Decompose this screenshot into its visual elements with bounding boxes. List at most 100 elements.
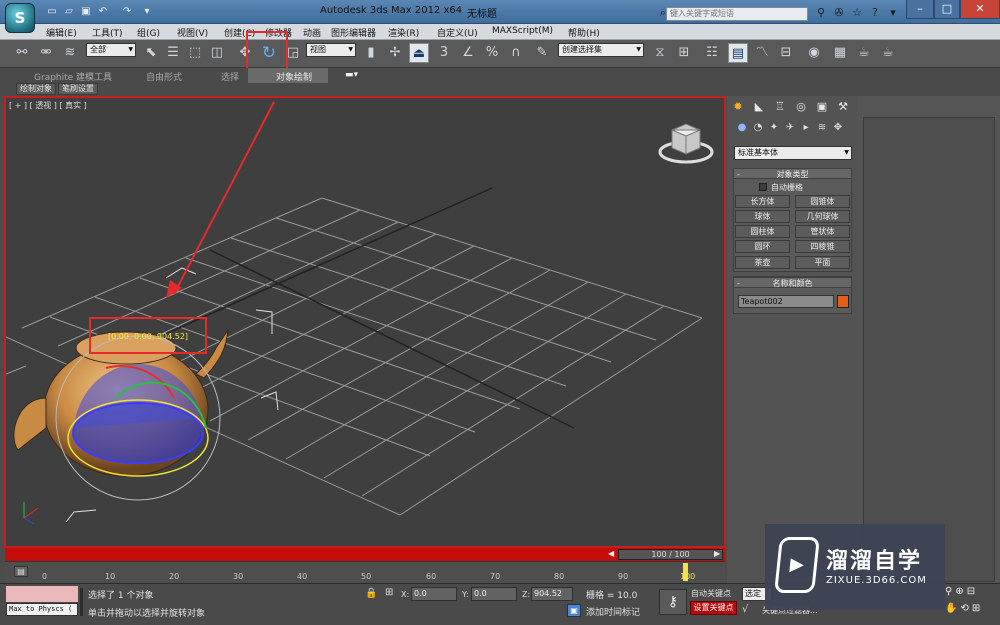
menu-view[interactable]: 视图(V)	[177, 26, 208, 39]
menu-maxscript[interactable]: MAXScript(M)	[492, 26, 553, 36]
snap-toggle-icon[interactable]: 3	[434, 43, 454, 63]
geosphere-button[interactable]: 几何球体	[795, 210, 850, 223]
add-time-tag-label[interactable]: 添加时间标记	[586, 605, 640, 618]
select-by-name-icon[interactable]: ☰	[163, 43, 183, 63]
time-next-icon[interactable]: ▶	[714, 549, 720, 558]
systems-icon[interactable]: ✥	[831, 121, 845, 135]
graphite-toggle-icon[interactable]: ▤	[728, 43, 748, 63]
cameras-icon[interactable]: ✈	[783, 121, 797, 135]
tab-graphite[interactable]: Graphite 建模工具	[34, 70, 112, 83]
time-slider-track[interactable]	[5, 548, 725, 561]
teapot-button[interactable]: 茶壶	[735, 256, 790, 269]
lock-icon[interactable]: 🔒	[365, 588, 377, 599]
utilities-tab-icon[interactable]: ⚒	[834, 99, 852, 114]
plane-button[interactable]: 平面	[795, 256, 850, 269]
selection-filter-dropdown[interactable]: 全部	[86, 43, 136, 57]
maxscript-listener-mini[interactable]	[6, 586, 78, 602]
tab-object-paint[interactable]: 对象绘制	[276, 70, 312, 83]
menu-tools[interactable]: 工具(T)	[92, 26, 123, 39]
ribbon-options-icon[interactable]: ▬▾	[345, 70, 358, 80]
paint-objects-panel[interactable]: 绘制对象	[16, 83, 56, 95]
tab-selection[interactable]: 选择	[221, 70, 239, 83]
layer-manager-icon[interactable]: ☷	[702, 43, 722, 63]
torus-button[interactable]: 圆环	[735, 240, 790, 253]
tube-button[interactable]: 管状体	[795, 225, 850, 238]
star-icon[interactable]: ☆	[849, 5, 865, 20]
autogrid-checkbox[interactable]	[759, 183, 767, 191]
auto-key-button[interactable]: 自动关键点	[691, 588, 731, 599]
brush-settings-panel[interactable]: 笔刷设置	[58, 83, 98, 95]
minicurve-toggle-icon[interactable]: ▤	[14, 566, 28, 577]
lights-icon[interactable]: ✦	[767, 121, 781, 135]
percent-snap-icon[interactable]: %	[482, 43, 502, 63]
app-logo-button[interactable]: S	[5, 3, 35, 33]
mirror-icon[interactable]: ⧖	[650, 43, 670, 63]
help-icon[interactable]: ?	[867, 5, 883, 20]
bind-spacewarp-icon[interactable]: ≋	[60, 43, 80, 63]
undo-icon[interactable]: ↶	[96, 5, 110, 19]
cylinder-button[interactable]: 圆柱体	[735, 225, 790, 238]
edit-named-selection-icon[interactable]: ✎	[532, 43, 552, 63]
modify-tab-icon[interactable]: ◣	[750, 99, 768, 114]
viewcube-navigator[interactable]	[658, 120, 714, 166]
current-frame-marker[interactable]	[683, 563, 688, 581]
time-slider[interactable]: 100 / 100	[618, 549, 723, 560]
menu-group[interactable]: 组(G)	[137, 26, 160, 39]
curve-editor-icon[interactable]: 〽	[752, 43, 772, 63]
orbit-pan-icons[interactable]: ✋⟲⊞	[945, 603, 983, 614]
menu-customize[interactable]: 自定义(U)	[437, 26, 478, 39]
close-button[interactable]: ✕	[960, 0, 1000, 19]
spacewarps-icon[interactable]: ≋	[815, 121, 829, 135]
sphere-button[interactable]: 球体	[735, 210, 790, 223]
render-production-icon[interactable]: ☕	[878, 43, 898, 63]
pyramid-button[interactable]: 四棱锥	[795, 240, 850, 253]
add-time-tag-icon[interactable]: ▣	[567, 604, 581, 617]
schematic-view-icon[interactable]: ⊟	[776, 43, 796, 63]
align-icon[interactable]: ⊞	[674, 43, 694, 63]
binoculars-icon[interactable]: ⚲	[813, 5, 829, 20]
search-input[interactable]: 键入关键字或短语	[666, 7, 808, 21]
curve-icon[interactable]: √	[742, 604, 748, 615]
save-icon[interactable]: ▣	[79, 5, 93, 19]
menu-graph-editors[interactable]: 图形编辑器	[331, 26, 376, 39]
maximize-button[interactable]: □	[934, 0, 960, 19]
window-crossing-icon[interactable]: ◫	[207, 43, 227, 63]
menu-animation[interactable]: 动画	[303, 26, 321, 39]
select-object-icon[interactable]: ⬉	[141, 43, 161, 63]
spinner-snap-icon[interactable]: ∩	[506, 43, 526, 63]
rect-selection-icon[interactable]: ⬚	[185, 43, 205, 63]
tools-icon[interactable]: ✇	[831, 5, 847, 20]
set-key-button[interactable]: 设置关键点	[690, 601, 737, 615]
viewport-nav-icons[interactable]: ⚲⊕⊟	[945, 586, 978, 597]
material-editor-icon[interactable]: ◉	[804, 43, 824, 63]
minimize-button[interactable]: –	[906, 0, 934, 19]
helpers-icon[interactable]: ▸	[799, 121, 813, 135]
create-tab-icon[interactable]: ✹	[729, 99, 747, 114]
name-color-title[interactable]: 名称和颜色	[733, 277, 852, 289]
render-setup-icon[interactable]: ▦	[830, 43, 850, 63]
tab-freeform[interactable]: 自由形式	[146, 70, 182, 83]
display-tab-icon[interactable]: ▣	[813, 99, 831, 114]
redo-icon[interactable]: ↷	[120, 5, 134, 19]
motion-tab-icon[interactable]: ◎	[792, 99, 810, 114]
time-prev-icon[interactable]: ◀	[608, 549, 614, 558]
reference-coordinate-dropdown[interactable]: 视图	[306, 43, 356, 57]
object-category-dropdown[interactable]: 标准基本体	[734, 146, 852, 160]
hierarchy-tab-icon[interactable]: ♖	[771, 99, 789, 114]
pivot-center-icon[interactable]: ▮	[361, 43, 381, 63]
keyboard-shortcut-icon[interactable]: ⏏	[409, 43, 429, 63]
menu-help[interactable]: 帮助(H)	[568, 26, 600, 39]
x-coord-field[interactable]: 0.0	[411, 587, 457, 601]
y-coord-field[interactable]: 0.0	[471, 587, 517, 601]
object-color-swatch[interactable]	[837, 295, 849, 308]
menu-edit[interactable]: 编辑(E)	[46, 26, 77, 39]
object-type-title[interactable]: 对象类型	[733, 168, 852, 180]
more-icon[interactable]: ▾	[885, 5, 901, 20]
geometry-icon[interactable]: ●	[735, 121, 749, 135]
angle-snap-icon[interactable]: ∠	[458, 43, 478, 63]
unlink-icon[interactable]: ⚮	[36, 43, 56, 63]
link-icon[interactable]: ⚯	[12, 43, 32, 63]
new-file-icon[interactable]: ▭	[45, 5, 59, 19]
cone-button[interactable]: 圆锥体	[795, 195, 850, 208]
menu-rendering[interactable]: 渲染(R)	[388, 26, 419, 39]
